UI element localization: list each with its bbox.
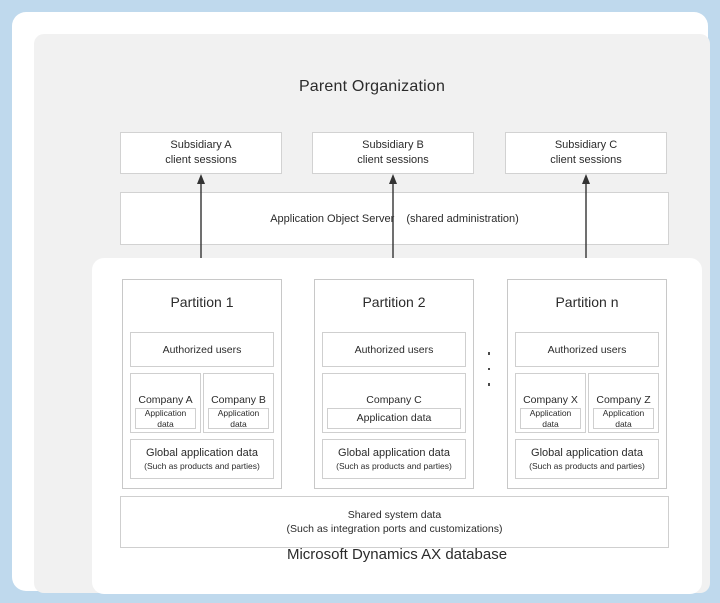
- company-x-application-data: Application data: [520, 408, 581, 429]
- aos-label: Application Object Server: [270, 212, 395, 225]
- company-b-application-data: Application data: [208, 408, 269, 429]
- subsidiary-c-sublabel: client sessions: [550, 154, 622, 166]
- partition-2-authorized-users: Authorized users: [322, 332, 466, 367]
- partition-n-authorized-users: Authorized users: [515, 332, 659, 367]
- company-x-app-data-line2: data: [542, 418, 559, 429]
- partition-1-company-b: Company B Application data: [203, 373, 274, 433]
- partition-n-title: Partition n: [555, 294, 619, 310]
- company-x-app-data-line1: Application: [529, 407, 572, 418]
- company-c-app-data-line1: Application data: [356, 411, 432, 424]
- partition-n-global-data-note: (Such as products and parties): [529, 461, 645, 471]
- company-c-name: Company C: [366, 394, 422, 406]
- partition-2-global-data-label: Global application data: [338, 447, 450, 459]
- subsidiary-a-box: Subsidiary A client sessions: [120, 132, 282, 174]
- subsidiary-b-sublabel: client sessions: [357, 154, 429, 166]
- subsidiary-c-box: Subsidiary C client sessions: [505, 132, 667, 174]
- partition-2: Partition 2 Authorized users Company C A…: [314, 279, 474, 489]
- subsidiary-b-name: Subsidiary B: [362, 139, 424, 152]
- partition-2-global-data-note: (Such as products and parties): [336, 461, 452, 471]
- partition-n-global-data-label: Global application data: [531, 447, 643, 459]
- partition-1-company-a: Company A Application data: [130, 373, 201, 433]
- company-a-application-data: Application data: [135, 408, 196, 429]
- partition-2-companies: Company C Application data: [322, 373, 466, 433]
- subsidiary-c-name: Subsidiary C: [554, 139, 618, 152]
- ellipsis-dot: [487, 383, 491, 386]
- partition-1: Partition 1 Authorized users Company A A…: [122, 279, 282, 489]
- partition-n: Partition n Authorized users Company X A…: [507, 279, 667, 489]
- partitions-ellipsis-icon: [484, 352, 494, 386]
- company-z-app-data-line2: data: [615, 418, 632, 429]
- partition-1-authorized-users: Authorized users: [130, 332, 274, 367]
- partition-1-title: Partition 1: [170, 294, 234, 310]
- partition-n-global-data: Global application data (Such as product…: [515, 439, 659, 479]
- company-z-name: Company Z: [596, 394, 651, 406]
- company-b-app-data-line1: Application: [217, 407, 260, 418]
- parent-organization-title: Parent Organization: [298, 78, 446, 95]
- shared-system-data-label: Shared system data: [347, 509, 442, 521]
- ellipsis-dot: [487, 352, 491, 355]
- page-frame: Parent Organization Subsidiary A client …: [12, 12, 710, 594]
- aos-note: (shared administration): [406, 212, 519, 225]
- subsidiary-a-name: Subsidiary A: [170, 139, 232, 152]
- partition-1-global-data-note: (Such as products and parties): [144, 461, 260, 471]
- database-label: Microsoft Dynamics AX database: [286, 546, 508, 563]
- partition-1-companies: Company A Application data Company B App…: [130, 373, 274, 433]
- partition-1-global-data: Global application data (Such as product…: [130, 439, 274, 479]
- company-b-name: Company B: [211, 394, 266, 406]
- company-z-app-data-line1: Application: [602, 407, 645, 418]
- shared-system-data-box: Shared system data (Such as integration …: [120, 496, 669, 548]
- partition-n-company-x: Company X Application data: [515, 373, 586, 433]
- parent-organization-panel: Parent Organization Subsidiary A client …: [34, 34, 710, 594]
- partition-n-company-z: Company Z Application data: [588, 373, 659, 433]
- company-c-application-data: Application data: [327, 408, 461, 429]
- company-b-app-data-line2: data: [230, 418, 247, 429]
- partition-2-global-data: Global application data (Such as product…: [322, 439, 466, 479]
- company-x-name: Company X: [523, 394, 578, 406]
- partition-1-global-data-label: Global application data: [146, 447, 258, 459]
- application-object-server-box: Application Object Server (shared admini…: [120, 192, 669, 245]
- partition-2-company-c: Company C Application data: [322, 373, 466, 433]
- company-a-app-data-line2: data: [157, 418, 174, 429]
- shared-system-data-note: (Such as integration ports and customiza…: [286, 523, 503, 535]
- ellipsis-dot: [487, 367, 491, 370]
- partition-2-title: Partition 2: [362, 294, 426, 310]
- company-a-name: Company A: [138, 394, 193, 406]
- company-z-application-data: Application data: [593, 408, 654, 429]
- partition-n-companies: Company X Application data Company Z App…: [515, 373, 659, 433]
- subsidiary-a-sublabel: client sessions: [165, 154, 237, 166]
- company-a-app-data-line1: Application: [144, 407, 187, 418]
- subsidiary-b-box: Subsidiary B client sessions: [312, 132, 474, 174]
